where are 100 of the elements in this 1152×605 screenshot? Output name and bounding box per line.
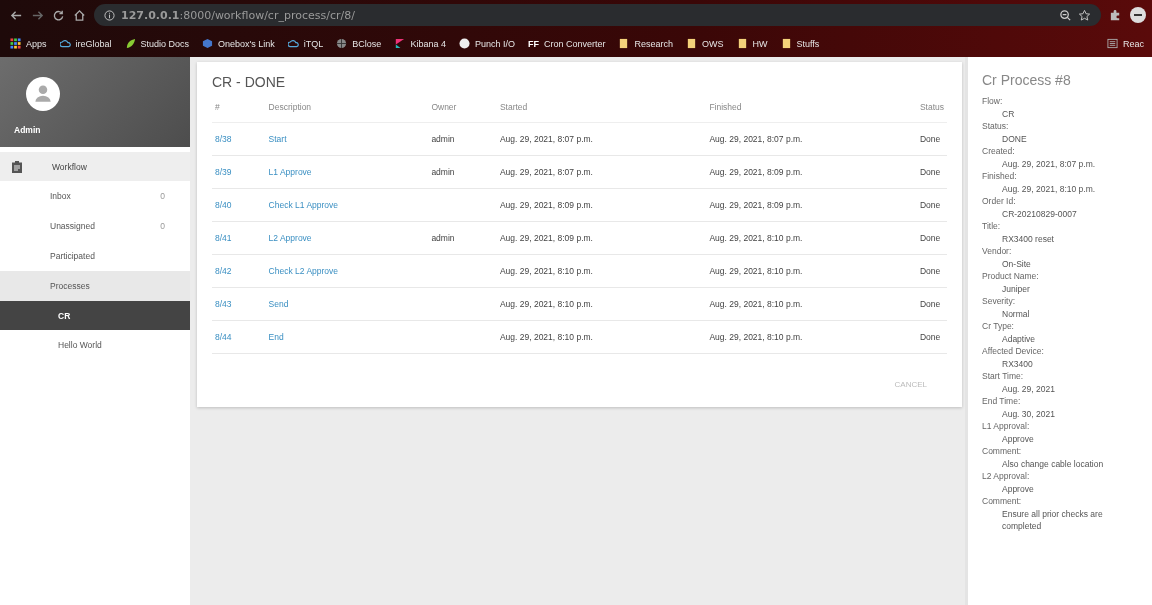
grid-icon (10, 38, 21, 49)
task-link[interactable]: Send (268, 299, 289, 309)
item-count: 0 (160, 191, 165, 201)
column-header: # (212, 102, 266, 123)
sidebar-item[interactable]: Participated (0, 241, 190, 271)
field-label: L1 Approval: (982, 420, 1031, 433)
table-cell: Aug. 29, 2021, 8:07 p.m. (496, 155, 707, 189)
globe-icon (336, 38, 348, 49)
bookmark-item[interactable]: FF Cron Converter (527, 38, 606, 49)
user-name: Admin (14, 125, 42, 135)
avatar-icon (26, 77, 60, 111)
sidebar-item[interactable]: Inbox 0 (0, 181, 190, 211)
section-label: Workflow (52, 161, 87, 172)
field-label: L2 Approval: (982, 470, 1031, 483)
sidebar-item[interactable]: Processes (0, 271, 190, 301)
task-link[interactable]: Check L2 Approve (268, 266, 339, 276)
field-value: Approve (1001, 482, 1035, 495)
bookmark-item[interactable]: iTQL (287, 38, 324, 49)
table-cell: Aug. 29, 2021, 8:10 p.m. (496, 254, 707, 288)
column-header: Started (496, 102, 707, 123)
url-text: 127.0.0.1:8000/workflow/cr_process/cr/8/ (121, 8, 355, 22)
zoom-icon[interactable] (1059, 8, 1072, 22)
field-value: RX3400 (1001, 357, 1034, 370)
home-icon[interactable] (73, 8, 86, 22)
task-link[interactable]: End (268, 332, 284, 342)
reading-list-item[interactable]: Reac (1107, 38, 1144, 49)
task-link[interactable]: 8/39 (215, 167, 232, 177)
folder-icon (686, 38, 697, 49)
sidebar-subitem[interactable]: CR (0, 301, 190, 330)
star-icon[interactable] (1078, 8, 1091, 22)
table-cell: Done (916, 122, 947, 156)
task-link[interactable]: Check L1 Approve (268, 200, 339, 210)
task-link[interactable]: 8/38 (215, 134, 232, 144)
clipboard-icon (12, 160, 22, 173)
bookmark-item[interactable]: Research (618, 38, 673, 49)
table-cell: Aug. 29, 2021, 8:07 p.m. (706, 122, 917, 156)
table-cell: admin (428, 122, 497, 156)
task-link[interactable]: 8/42 (215, 266, 232, 276)
reload-icon[interactable] (52, 8, 65, 22)
cloud-icon (59, 38, 71, 49)
task-link[interactable]: Start (268, 134, 287, 144)
field-value: CR (1001, 107, 1016, 120)
address-bar[interactable]: 127.0.0.1:8000/workflow/cr_process/cr/8/ (94, 4, 1101, 26)
table-cell: Done (916, 287, 947, 321)
panel-title: Cr Process #8 (982, 71, 1072, 89)
sidebar-subitem[interactable]: Hello World (0, 330, 190, 359)
table-cell: Aug. 29, 2021, 8:10 p.m. (706, 287, 917, 321)
task-link[interactable]: 8/41 (215, 233, 232, 243)
field-value: RX3400 reset (1001, 232, 1055, 245)
bookmark-item[interactable]: HW (736, 38, 768, 49)
column-header: Owner (428, 102, 497, 123)
field-label: Order Id: (982, 195, 1017, 208)
disc-icon (458, 38, 470, 49)
table-cell: Aug. 29, 2021, 8:09 p.m. (706, 155, 917, 189)
cloud-icon (287, 38, 299, 49)
puzzle-icon[interactable] (1109, 8, 1122, 22)
kibana-icon (394, 38, 406, 49)
field-value: Ensure all prior checks are completed (1001, 507, 1104, 533)
task-link[interactable]: L1 Approve (268, 167, 312, 177)
table-cell: Aug. 29, 2021, 8:10 p.m. (496, 320, 707, 354)
card-title: CR - DONE (212, 74, 287, 90)
field-label: Title: (982, 220, 1002, 233)
bookmark-item[interactable]: Punch I/O (458, 38, 515, 49)
field-value: Juniper (1001, 282, 1031, 295)
task-link[interactable]: 8/40 (215, 200, 232, 210)
task-link[interactable]: L2 Approve (268, 233, 312, 243)
table-cell: Aug. 29, 2021, 8:09 p.m. (496, 221, 707, 255)
task-link[interactable]: 8/44 (215, 332, 232, 342)
field-label: Flow: (982, 95, 1004, 108)
bookmark-item[interactable]: Studio Docs (124, 38, 190, 49)
item-label: Inbox (50, 191, 72, 201)
bookmark-item[interactable]: Onebox's Link (202, 38, 275, 49)
workflow-menu-item[interactable]: Workflow (0, 152, 190, 181)
column-header: Description (265, 102, 429, 123)
bookmark-item[interactable]: Apps (10, 38, 47, 49)
folder-icon (736, 38, 748, 49)
profile-icon[interactable] (1130, 7, 1146, 23)
field-value: CR-20210829-0007 (1001, 207, 1078, 220)
field-label: Start Time: (982, 370, 1025, 383)
bookmark-item[interactable]: ireGlobal (59, 38, 112, 49)
field-value: Approve (1001, 432, 1035, 445)
sidebar-item[interactable]: Unassigned 0 (0, 211, 190, 241)
bookmark-item[interactable]: OWS (686, 38, 724, 49)
table-cell: Aug. 29, 2021, 8:07 p.m. (496, 122, 707, 156)
bookmark-item[interactable]: Kibana 4 (394, 38, 446, 49)
field-label: Comment: (982, 495, 1023, 508)
table-cell: Aug. 29, 2021, 8:10 p.m. (706, 320, 917, 354)
field-value: Aug. 29, 2021, 8:07 p.m. (1001, 157, 1097, 170)
field-label: Product Name: (982, 270, 1040, 283)
bookmark-item[interactable]: Stuffs (780, 38, 820, 49)
folder-icon (780, 38, 792, 49)
table-cell: Done (916, 221, 947, 255)
table-cell: Aug. 29, 2021, 8:10 p.m. (706, 221, 917, 255)
field-label: Comment: (982, 445, 1023, 458)
task-link[interactable]: 8/43 (215, 299, 232, 309)
bookmark-item[interactable]: BClose (336, 38, 382, 49)
table-cell: Done (916, 254, 947, 288)
field-value: Normal (1001, 307, 1031, 320)
badge-text: FF (527, 38, 539, 49)
table-cell: Aug. 29, 2021, 8:09 p.m. (496, 188, 707, 222)
